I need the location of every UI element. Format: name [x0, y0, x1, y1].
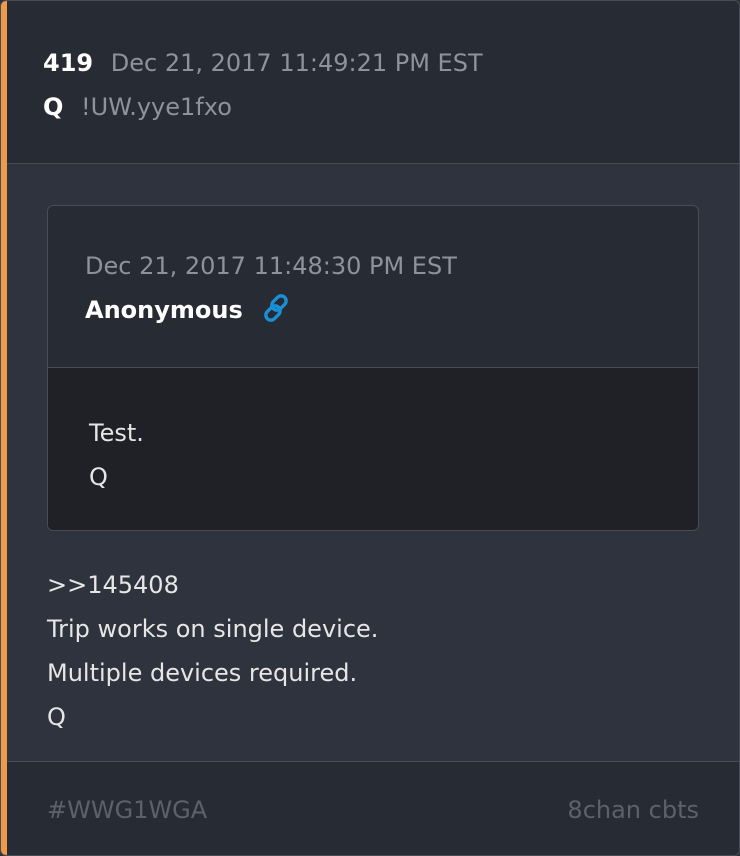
link-icon[interactable]	[260, 292, 292, 324]
source-label: 8chan cbts	[567, 796, 699, 824]
message-line: Q	[47, 703, 66, 731]
post-date: Dec 21, 2017 11:49:21 PM EST	[110, 49, 483, 77]
quoted-post-line: Test.	[89, 419, 144, 447]
post-author-row: Q !UW.yye1fxo	[43, 92, 232, 122]
quoted-post-header: Dec 21, 2017 11:48:30 PM EST Anonymous	[48, 206, 698, 368]
message-line: Trip works on single device.	[47, 615, 379, 643]
hashtag-link[interactable]: #WWG1WGA	[47, 795, 207, 825]
quoted-post-author: Anonymous	[85, 296, 243, 324]
post-body: Dec 21, 2017 11:48:30 PM EST Anonymous T…	[7, 164, 739, 760]
post-author: Q	[43, 93, 64, 121]
quoted-post: Dec 21, 2017 11:48:30 PM EST Anonymous T…	[47, 205, 699, 531]
post-number: 419	[43, 49, 94, 77]
quoted-post-line: Q	[89, 463, 108, 491]
post-card: 419 Dec 21, 2017 11:49:21 PM EST Q !UW.y…	[0, 0, 740, 856]
post-tripcode: !UW.yye1fxo	[81, 93, 232, 121]
message-line: Multiple devices required.	[47, 659, 358, 687]
post-meta: 419 Dec 21, 2017 11:49:21 PM EST	[43, 48, 483, 78]
message-reply-link[interactable]: >>145408	[47, 570, 179, 600]
quoted-post-date: Dec 21, 2017 11:48:30 PM EST	[85, 252, 457, 280]
quoted-post-body: Test. Q	[48, 368, 698, 530]
post-header: 419 Dec 21, 2017 11:49:21 PM EST Q !UW.y…	[7, 1, 739, 164]
post-footer: #WWG1WGA 8chan cbts	[7, 761, 739, 855]
